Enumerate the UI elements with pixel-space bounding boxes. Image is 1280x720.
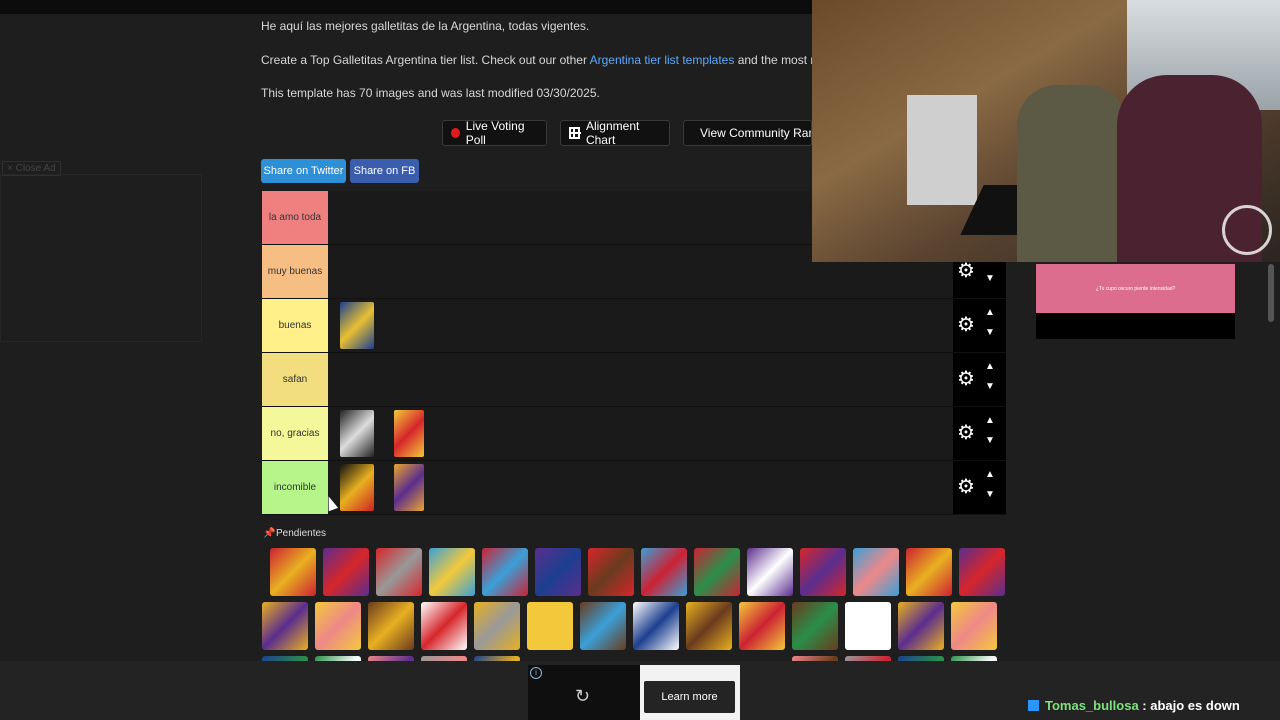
info-icon[interactable]: i: [530, 667, 542, 679]
cookie-item[interactable]: [535, 548, 581, 596]
live-voting-poll-button[interactable]: Live Voting Poll: [442, 119, 547, 147]
cookie-item[interactable]: [262, 602, 308, 650]
chevron-down-icon[interactable]: ▼: [985, 273, 995, 284]
cookie-item[interactable]: [340, 410, 374, 457]
tier-row: buenas ⚙ ▲ ▼: [262, 299, 1006, 353]
cookie-item[interactable]: [694, 548, 740, 596]
cookie-item[interactable]: [588, 548, 634, 596]
tier-controls: ⚙ ▲ ▼: [953, 299, 1006, 352]
cookie-item[interactable]: [368, 602, 414, 650]
share-fb-button[interactable]: Share on FB: [350, 159, 419, 183]
cookie-item[interactable]: [633, 602, 679, 650]
webcam-person: [1017, 85, 1127, 262]
gear-icon[interactable]: ⚙: [957, 261, 975, 281]
chevron-up-icon[interactable]: ▲: [985, 307, 995, 318]
view-community-rank-button[interactable]: View Community Ran: [683, 120, 812, 146]
tier-label[interactable]: incomible: [262, 461, 328, 514]
cookie-item[interactable]: [792, 602, 838, 650]
gear-icon[interactable]: ⚙: [957, 369, 975, 389]
chevron-up-icon[interactable]: ▲: [985, 361, 995, 372]
cookie-item[interactable]: [474, 602, 520, 650]
argentina-templates-link[interactable]: Argentina tier list templates: [590, 53, 735, 67]
cookie-item[interactable]: [951, 602, 997, 650]
cookie-item[interactable]: [898, 602, 944, 650]
alignment-chart-button[interactable]: Alignment Chart: [560, 119, 670, 147]
community-rank-label: View Community Ran: [700, 126, 812, 140]
chevron-up-icon[interactable]: ▲: [985, 469, 995, 480]
tier-row: safan ⚙ ▲ ▼: [262, 353, 1006, 407]
cookie-item[interactable]: [906, 548, 952, 596]
share-twitter-button[interactable]: Share on Twitter: [261, 159, 346, 183]
cta-text: Create a Top Galletitas Argentina tier l…: [261, 53, 590, 67]
template-cta: Create a Top Galletitas Argentina tier l…: [261, 53, 844, 67]
tier-label[interactable]: la amo toda: [262, 191, 328, 244]
cookie-item[interactable]: [394, 410, 424, 457]
tier-row: incomible ⚙ ▲ ▼: [262, 461, 1006, 515]
tier-label[interactable]: buenas: [262, 299, 328, 352]
chat-username: Tomas_bullosa: [1045, 698, 1139, 713]
tier-label[interactable]: no, gracias: [262, 407, 328, 460]
chevron-down-icon[interactable]: ▼: [985, 381, 995, 392]
cookie-item[interactable]: [323, 548, 369, 596]
cookie-item[interactable]: [641, 548, 687, 596]
cookie-item[interactable]: [270, 548, 316, 596]
cookie-item[interactable]: [800, 548, 846, 596]
chat-message: Tomas_bullosa : abajo es down: [1028, 698, 1240, 713]
side-ad[interactable]: ¿Tu cupo oscuro pierde intensidad?: [1036, 264, 1235, 339]
alignment-chart-label: Alignment Chart: [585, 119, 640, 147]
chat-text: : abajo es down: [1138, 698, 1240, 713]
record-dot-icon: [451, 128, 460, 138]
gear-icon[interactable]: ⚙: [957, 315, 975, 335]
template-description: He aquí las mejores galletitas de la Arg…: [261, 19, 590, 33]
scrollbar[interactable]: [1268, 264, 1274, 322]
cookie-item[interactable]: [340, 302, 374, 349]
tier-controls: ⚙ ▲ ▼: [953, 461, 1006, 514]
cookie-item[interactable]: [845, 602, 891, 650]
cookie-item[interactable]: [747, 548, 793, 596]
cookie-item[interactable]: [376, 548, 422, 596]
tier-row: no, gracias ⚙ ▲ ▼: [262, 407, 1006, 461]
cookie-item[interactable]: [853, 548, 899, 596]
cookie-item[interactable]: [394, 464, 424, 511]
side-ad-banner: ¿Tu cupo oscuro pierde intensidad?: [1036, 264, 1235, 313]
learn-more-button[interactable]: Learn more: [644, 681, 735, 713]
chat-badge-icon: [1028, 700, 1039, 711]
cookie-item[interactable]: [340, 464, 374, 511]
chevron-up-icon[interactable]: ▲: [985, 415, 995, 426]
chevron-down-icon[interactable]: ▼: [985, 435, 995, 446]
cookie-item[interactable]: [959, 548, 1005, 596]
tier-controls: ⚙ ▲ ▼: [953, 353, 1006, 406]
chevron-down-icon[interactable]: ▼: [985, 327, 995, 338]
cookie-item[interactable]: [421, 602, 467, 650]
chevron-down-icon[interactable]: ▼: [985, 489, 995, 500]
ad-frame: [0, 174, 202, 342]
cookie-item[interactable]: [527, 602, 573, 650]
template-info: This template has 70 images and was last…: [261, 86, 600, 100]
gear-icon[interactable]: ⚙: [957, 477, 975, 497]
tier-label[interactable]: safan: [262, 353, 328, 406]
streamer-logo-icon: [1222, 205, 1272, 255]
tier-controls: ⚙ ▲ ▼: [953, 407, 1006, 460]
pin-icon: 📌: [263, 528, 276, 539]
cookie-item[interactable]: [686, 602, 732, 650]
tier-label[interactable]: muy buenas: [262, 245, 328, 298]
live-voting-label: Live Voting Poll: [465, 119, 525, 147]
cookie-item[interactable]: [739, 602, 785, 650]
grid-icon: [569, 127, 581, 139]
mosaic-icon: [692, 126, 694, 140]
cookie-item[interactable]: [429, 548, 475, 596]
pool-label: Pendientes: [276, 528, 327, 539]
webcam-monitor: [907, 95, 977, 205]
webcam-overlay: [812, 0, 1280, 262]
cookie-item[interactable]: [580, 602, 626, 650]
replay-icon[interactable]: ↻: [575, 686, 590, 707]
cookie-item[interactable]: [482, 548, 528, 596]
cookie-item[interactable]: [315, 602, 361, 650]
gear-icon[interactable]: ⚙: [957, 423, 975, 443]
